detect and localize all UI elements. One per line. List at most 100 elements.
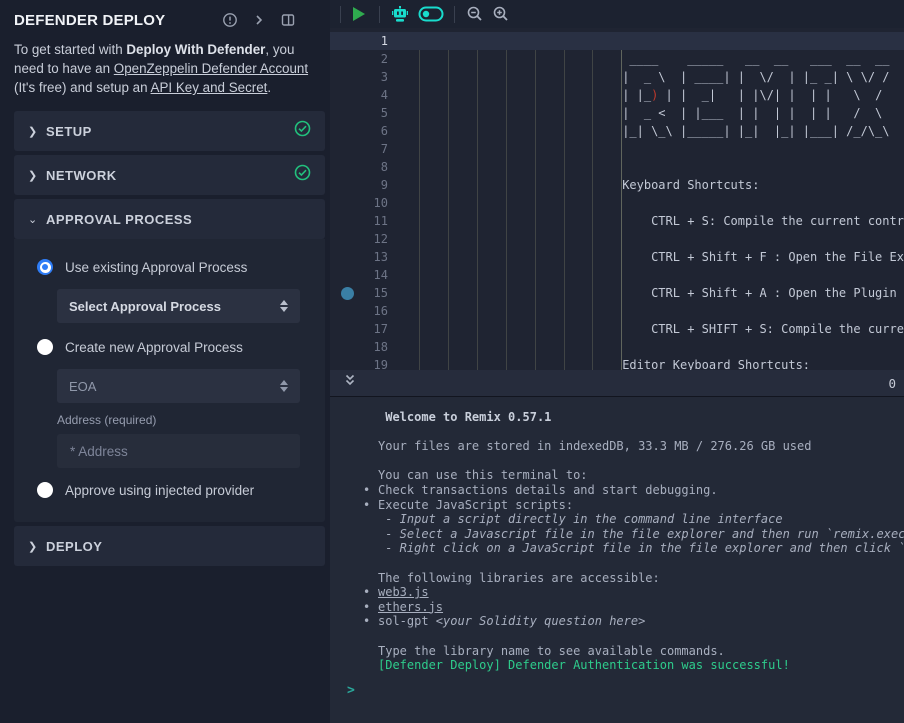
- create-new-approval-radio[interactable]: Create new Approval Process: [14, 333, 325, 361]
- line-number[interactable]: 5: [330, 104, 391, 122]
- line-number[interactable]: 10: [330, 194, 391, 212]
- terminal-line[interactable]: •ethers.js: [330, 600, 904, 615]
- terminal-line: •Check transactions details and start de…: [330, 483, 904, 498]
- radio-label: Create new Approval Process: [65, 340, 243, 355]
- address-field-label: Address (required): [57, 413, 325, 427]
- zoom-in-button[interactable]: [492, 0, 510, 28]
- toggle-icon: [418, 6, 444, 22]
- line-number[interactable]: 4: [330, 86, 391, 104]
- api-key-link[interactable]: API Key and Secret: [151, 80, 268, 95]
- defender-deploy-panel: DEFENDER DEPLOY To get started with Depl…: [0, 0, 330, 723]
- terminal-line[interactable]: •web3.js: [330, 585, 904, 600]
- editor-line: | _ < | |___ | | | | | | / \: [391, 104, 904, 122]
- line-number[interactable]: 6: [330, 122, 391, 140]
- select-arrows-icon: [280, 380, 288, 392]
- editor-gutter[interactable]: 12345678910111213141516171819: [330, 32, 391, 370]
- chevron-down-icon: ⌄: [28, 213, 46, 226]
- breakpoint-icon[interactable]: [341, 287, 354, 300]
- plugin-description: To get started with Deploy With Defender…: [14, 40, 316, 97]
- editor-line: CTRL + SHIFT + S: Compile the current co…: [391, 320, 904, 338]
- editor-line: | |_) | | _| | |\/| | | | \ /: [391, 86, 904, 104]
- terminal-line: [330, 629, 904, 644]
- line-number[interactable]: 17: [330, 320, 391, 338]
- terminal-line: [330, 425, 904, 440]
- line-number[interactable]: 18: [330, 338, 391, 356]
- remix-ide-window: DEFENDER DEPLOY To get started with Depl…: [0, 0, 904, 723]
- terminal-line: - Right click on a JavaScript file in th…: [330, 541, 904, 556]
- line-number[interactable]: 1: [330, 32, 391, 50]
- line-number[interactable]: 14: [330, 266, 391, 284]
- ai-assistant-button[interactable]: [390, 0, 410, 28]
- editor-line: [391, 338, 904, 356]
- terminal-header: 0: [330, 370, 904, 397]
- section-approval-label: APPROVAL PROCESS: [46, 212, 311, 227]
- plugin-info-icon[interactable]: [222, 12, 238, 28]
- line-number[interactable]: 3: [330, 68, 391, 86]
- section-approval-process[interactable]: ⌄ APPROVAL PROCESS: [14, 199, 325, 239]
- editor-line: [391, 302, 904, 320]
- plugin-title: DEFENDER DEPLOY: [14, 12, 165, 29]
- approve-injected-provider-radio[interactable]: Approve using injected provider: [14, 476, 325, 504]
- approval-process-select[interactable]: Select Approval Process: [57, 289, 300, 323]
- ai-copilot-toggle[interactable]: [418, 0, 444, 28]
- section-deploy[interactable]: ❯ DEPLOY: [14, 526, 325, 566]
- line-number[interactable]: 15: [330, 284, 391, 302]
- terminal[interactable]: Welcome to Remix 0.57.1 Your files are s…: [330, 397, 904, 723]
- line-number[interactable]: 16: [330, 302, 391, 320]
- collapse-panel-icon[interactable]: [251, 12, 267, 28]
- main-area: 12345678910111213141516171819 ____ _____…: [330, 0, 904, 723]
- toolbar-divider: [454, 6, 455, 23]
- plugin-header: DEFENDER DEPLOY: [14, 8, 330, 32]
- section-deploy-label: DEPLOY: [46, 539, 311, 554]
- line-number[interactable]: 19: [330, 356, 391, 370]
- radio-label: Approve using injected provider: [65, 483, 254, 498]
- section-network-label: NETWORK: [46, 168, 294, 183]
- line-number[interactable]: 7: [330, 140, 391, 158]
- accordion-sections: ❯ SETUP ❯ NETWORK ⌄ APPROVAL PROCESS: [14, 111, 325, 566]
- radio-label: Use existing Approval Process: [65, 260, 247, 275]
- toolbar-divider: [379, 6, 380, 23]
- editor-line: CTRL + Shift + F : Open the File Explore…: [391, 248, 904, 266]
- section-setup[interactable]: ❯ SETUP: [14, 111, 325, 151]
- line-number[interactable]: 2: [330, 50, 391, 68]
- magnifier-plus-icon: [492, 5, 510, 23]
- approval-type-select[interactable]: EOA: [57, 369, 300, 403]
- robot-icon: [390, 6, 410, 23]
- line-number[interactable]: 12: [330, 230, 391, 248]
- editor-line: Editor Keyboard Shortcuts:: [391, 356, 904, 370]
- editor-line: CTRL + Shift + A : Open the Plugin Manag…: [391, 284, 904, 302]
- editor-toolbar: [330, 0, 904, 28]
- chevron-right-icon: ❯: [28, 540, 46, 553]
- terminal-line: The following libraries are accessible:: [330, 571, 904, 586]
- line-number[interactable]: 9: [330, 176, 391, 194]
- editor-line: |_| \_\ |_____| |_| |_| |___| /_/\_\: [391, 122, 904, 140]
- run-script-button[interactable]: [341, 0, 379, 28]
- terminal-prompt[interactable]: >: [330, 683, 904, 698]
- terminal-line: - Select a Javascript file in the file e…: [330, 527, 904, 542]
- section-network[interactable]: ❯ NETWORK: [14, 155, 325, 195]
- select-arrows-icon: [280, 300, 288, 312]
- line-number[interactable]: 8: [330, 158, 391, 176]
- select-value: EOA: [69, 379, 280, 394]
- pin-panel-icon[interactable]: [280, 12, 296, 28]
- editor-line: [391, 266, 904, 284]
- terminal-line: You can use this terminal to:: [330, 468, 904, 483]
- line-number[interactable]: 13: [330, 248, 391, 266]
- editor-line: CTRL + S: Compile the current contract: [391, 212, 904, 230]
- editor-code[interactable]: ____ _____ __ __ ___ __ __ | _ \ | ____|…: [391, 32, 904, 370]
- terminal-line: Welcome to Remix 0.57.1: [330, 410, 904, 425]
- setup-complete-check-icon: [294, 120, 311, 142]
- terminal-output: Welcome to Remix 0.57.1 Your files are s…: [330, 410, 904, 673]
- zoom-out-button[interactable]: [466, 0, 484, 28]
- approval-process-body: Use existing Approval Process Select App…: [14, 239, 325, 522]
- terminal-line: [330, 454, 904, 469]
- terminal-line: •sol-gpt <your Solidity question here>: [330, 614, 904, 629]
- code-editor[interactable]: 12345678910111213141516171819 ____ _____…: [330, 28, 904, 370]
- address-input[interactable]: [57, 434, 300, 468]
- terminal-line: [Defender Deploy] Defender Authenticatio…: [330, 658, 904, 673]
- terminal-line: Type the library name to see available c…: [330, 644, 904, 659]
- defender-account-link[interactable]: OpenZeppelin Defender Account: [114, 61, 308, 76]
- use-existing-approval-radio[interactable]: Use existing Approval Process: [14, 253, 325, 281]
- line-number[interactable]: 11: [330, 212, 391, 230]
- collapse-terminal-button[interactable]: [343, 373, 357, 393]
